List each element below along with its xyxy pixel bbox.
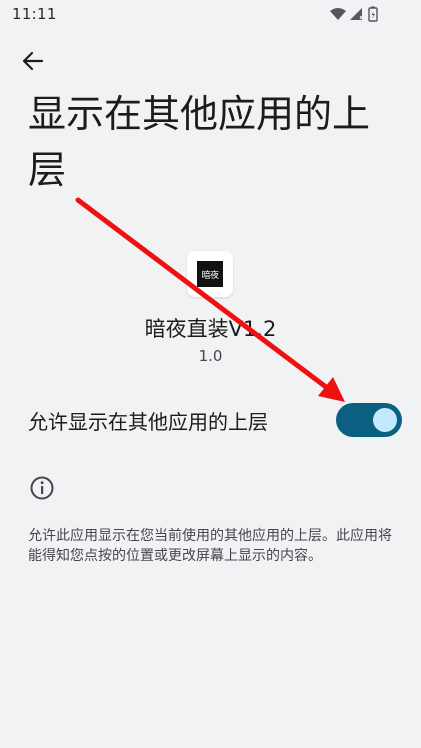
wifi-icon: [330, 8, 346, 20]
signal-icon: [350, 8, 364, 20]
status-icons: [329, 6, 391, 22]
battery-icon: [368, 6, 378, 22]
app-icon-text: 暗夜: [197, 261, 223, 287]
arrow-left-icon: [22, 51, 44, 71]
app-icon: 暗夜: [187, 251, 233, 297]
permission-toggle-label: 允许显示在其他应用的上层: [28, 410, 268, 434]
status-time: 11:11: [12, 5, 57, 23]
permission-toggle-row[interactable]: 允许显示在其他应用的上层: [0, 394, 421, 450]
back-button[interactable]: [14, 44, 52, 78]
app-name: 暗夜直装V1.2: [144, 317, 277, 341]
status-bar: 11:11: [0, 0, 421, 28]
toggle-thumb: [373, 408, 397, 432]
permission-description: 允许此应用显示在您当前使用的其他应用的上层。此应用将能得知您点按的位置或更改屏幕…: [28, 528, 392, 564]
page-title: 显示在其他应用的上层: [28, 92, 371, 192]
app-version: 1.0: [198, 347, 223, 365]
info-icon: [30, 476, 54, 500]
permission-toggle-switch[interactable]: [336, 403, 402, 437]
